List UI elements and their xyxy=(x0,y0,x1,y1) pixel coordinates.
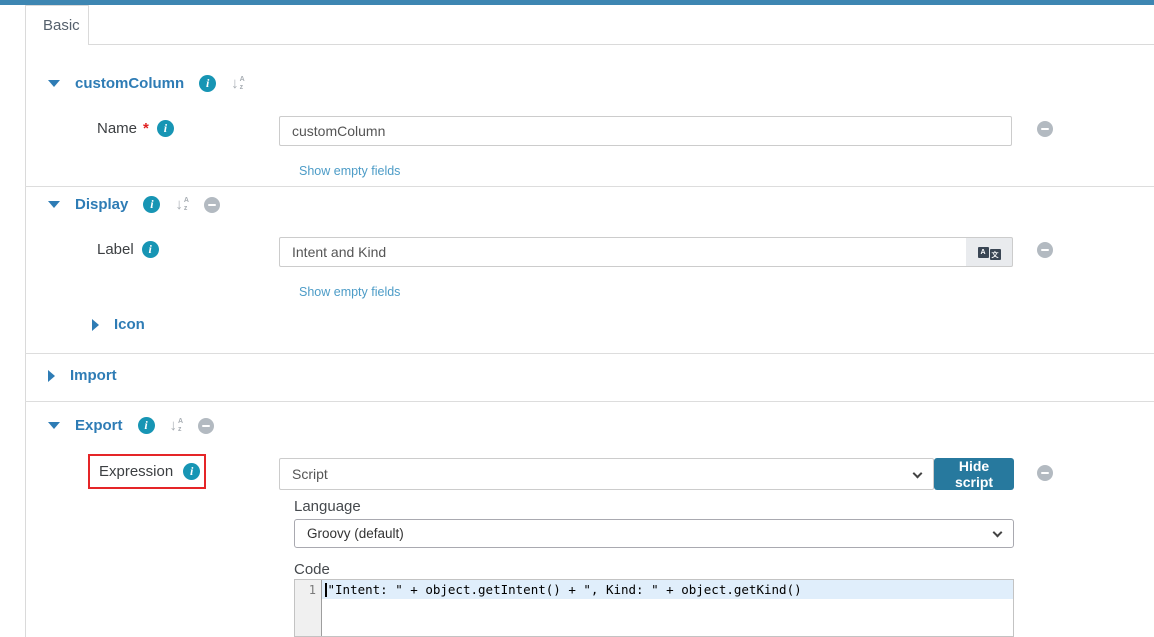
required-asterisk: * xyxy=(143,120,149,137)
language-select[interactable]: Groovy (default) xyxy=(294,519,1014,548)
line-number: 1 xyxy=(295,580,321,599)
translate-icon-second: 文 xyxy=(990,249,1001,260)
code-label: Code xyxy=(294,561,330,578)
section-title: Import xyxy=(70,367,117,384)
sort-arrow-glyph: ↓ xyxy=(170,418,178,433)
translate-button[interactable]: A 文 xyxy=(966,237,1013,267)
name-input[interactable] xyxy=(279,116,1012,146)
section-title: Icon xyxy=(114,316,145,333)
language-label: Language xyxy=(294,498,361,515)
sort-alpha-icon[interactable]: ↓ Az xyxy=(170,418,184,433)
collapse-caret-icon[interactable] xyxy=(48,80,60,87)
label-input[interactable] xyxy=(279,237,967,267)
label-field-label: Label i xyxy=(97,241,159,258)
section-divider xyxy=(25,186,1154,187)
tab-basic-label: Basic xyxy=(43,17,80,34)
remove-label-button[interactable] xyxy=(1037,242,1053,258)
top-accent-bar xyxy=(0,0,1154,5)
expression-type-value: Script xyxy=(292,466,328,482)
sort-letters: Az xyxy=(178,418,183,433)
code-gutter: 1 xyxy=(295,580,322,636)
section-title: Export xyxy=(75,417,123,434)
tabbar-bottom-border xyxy=(88,44,1154,45)
expression-label-text: Expression xyxy=(99,463,173,480)
form-page: Basic customColumn i ↓ Az Name * i Show … xyxy=(0,0,1154,637)
language-value: Groovy (default) xyxy=(307,526,404,541)
panel-left-border xyxy=(25,5,26,637)
section-title: Display xyxy=(75,196,128,213)
section-title: customColumn xyxy=(75,75,184,92)
chevron-down-icon xyxy=(913,469,923,479)
name-field-label: Name * i xyxy=(97,120,174,137)
info-icon[interactable]: i xyxy=(142,241,159,258)
code-editor[interactable]: 1 "Intent: " + object.getIntent() + ", K… xyxy=(294,579,1014,637)
info-icon[interactable]: i xyxy=(199,75,216,92)
section-header-export[interactable]: Export i ↓ Az xyxy=(48,417,214,434)
collapse-caret-icon[interactable] xyxy=(48,422,60,429)
collapse-caret-icon[interactable] xyxy=(48,201,60,208)
show-empty-fields-link[interactable]: Show empty fields xyxy=(299,164,400,178)
translate-icon: A xyxy=(978,247,989,258)
expression-type-select[interactable]: Script xyxy=(279,458,934,490)
info-icon[interactable]: i xyxy=(143,196,160,213)
show-empty-fields-link[interactable]: Show empty fields xyxy=(299,285,400,299)
sort-letters: Az xyxy=(184,197,189,212)
remove-name-button[interactable] xyxy=(1037,121,1053,137)
name-label-text: Name xyxy=(97,120,137,137)
expression-highlight-box: Expression i xyxy=(88,454,206,489)
info-icon[interactable]: i xyxy=(138,417,155,434)
label-label-text: Label xyxy=(97,241,134,258)
text-cursor xyxy=(325,583,327,597)
code-line-1-text: "Intent: " + object.getIntent() + ", Kin… xyxy=(328,582,802,597)
section-header-import[interactable]: Import xyxy=(48,367,117,384)
section-header-icon[interactable]: Icon xyxy=(92,316,145,333)
section-header-customcolumn[interactable]: customColumn i ↓ Az xyxy=(48,75,245,92)
info-icon[interactable]: i xyxy=(157,120,174,137)
expand-caret-icon[interactable] xyxy=(92,319,99,331)
tab-basic[interactable]: Basic xyxy=(25,5,89,45)
sort-arrow-glyph: ↓ xyxy=(175,197,183,212)
expand-caret-icon[interactable] xyxy=(48,370,55,382)
hide-script-button[interactable]: Hide script xyxy=(934,458,1014,490)
sort-letters: Az xyxy=(240,76,245,91)
section-header-display[interactable]: Display i ↓ Az xyxy=(48,196,220,213)
remove-export-button[interactable] xyxy=(198,418,214,434)
code-area[interactable]: "Intent: " + object.getIntent() + ", Kin… xyxy=(322,580,1013,636)
section-divider xyxy=(25,353,1154,354)
code-line-1: "Intent: " + object.getIntent() + ", Kin… xyxy=(322,580,1013,599)
remove-display-button[interactable] xyxy=(204,197,220,213)
sort-alpha-icon[interactable]: ↓ Az xyxy=(231,76,245,91)
remove-expression-button[interactable] xyxy=(1037,465,1053,481)
section-divider xyxy=(25,401,1154,402)
chevron-down-icon xyxy=(993,528,1003,538)
info-icon[interactable]: i xyxy=(183,463,200,480)
sort-arrow-glyph: ↓ xyxy=(231,76,239,91)
sort-alpha-icon[interactable]: ↓ Az xyxy=(175,197,189,212)
